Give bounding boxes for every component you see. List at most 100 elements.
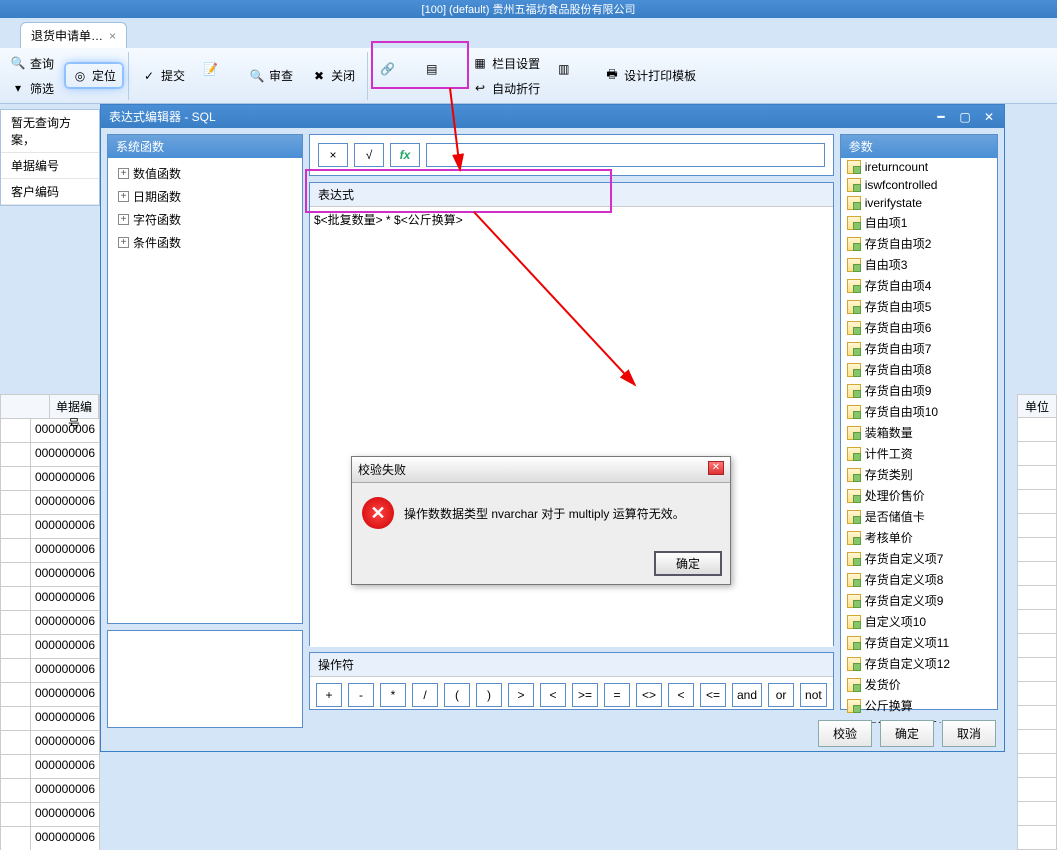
table-row[interactable]: 000000006 bbox=[0, 466, 100, 490]
table-row[interactable]: 000000006 bbox=[0, 706, 100, 730]
table-row[interactable]: 000000006 bbox=[0, 514, 100, 538]
parameter-item[interactable]: 存货自由项4 bbox=[841, 275, 997, 296]
operator-button[interactable]: * bbox=[380, 683, 406, 707]
fx-clear-button[interactable]: × bbox=[318, 143, 348, 167]
parameter-item[interactable]: ireturncount bbox=[841, 158, 997, 176]
table-row[interactable]: 000000006 bbox=[0, 418, 100, 442]
table-row[interactable] bbox=[1017, 442, 1057, 466]
operator-button[interactable]: < bbox=[540, 683, 566, 707]
parameter-item[interactable]: 存货自由项7 bbox=[841, 338, 997, 359]
edit-large-button[interactable]: 📝 bbox=[197, 59, 237, 93]
operator-button[interactable]: or bbox=[768, 683, 794, 707]
parameter-item[interactable]: 存货自定义项9 bbox=[841, 590, 997, 611]
table-row[interactable]: 000000006 bbox=[0, 754, 100, 778]
table-row[interactable]: 000000006 bbox=[0, 826, 100, 850]
field-bill-no[interactable]: 单据编号 bbox=[1, 153, 99, 179]
parameter-item[interactable]: 存货自由项2 bbox=[841, 233, 997, 254]
barcode-button[interactable]: ▤ bbox=[420, 59, 460, 93]
table-row[interactable]: 000000006 bbox=[0, 730, 100, 754]
table-row[interactable]: 000000006 bbox=[0, 562, 100, 586]
table-row[interactable]: 000000006 bbox=[0, 586, 100, 610]
table-row[interactable] bbox=[1017, 418, 1057, 442]
submit-button[interactable]: ✓提交 bbox=[135, 64, 191, 87]
parameter-item[interactable]: 处理价售价 bbox=[841, 485, 997, 506]
operator-button[interactable]: and bbox=[732, 683, 762, 707]
table-row[interactable] bbox=[1017, 610, 1057, 634]
operator-button[interactable]: ) bbox=[476, 683, 502, 707]
operator-button[interactable]: < bbox=[668, 683, 694, 707]
operator-button[interactable]: <= bbox=[700, 683, 726, 707]
table-row[interactable]: 000000006 bbox=[0, 682, 100, 706]
parameter-item[interactable]: 考核单价 bbox=[841, 527, 997, 548]
parameter-item[interactable]: 公斤换算 bbox=[841, 695, 997, 716]
parameter-item[interactable]: 自由项3 bbox=[841, 254, 997, 275]
table-row[interactable]: 000000006 bbox=[0, 610, 100, 634]
print-template-button[interactable]: 🖶设计打印模板 bbox=[598, 64, 702, 87]
expand-icon[interactable]: + bbox=[118, 191, 129, 202]
parameter-item[interactable]: iswfcontrolled bbox=[841, 176, 997, 194]
table-row[interactable] bbox=[1017, 634, 1057, 658]
error-close-icon[interactable]: ✕ bbox=[708, 461, 724, 475]
table-row[interactable]: 000000006 bbox=[0, 658, 100, 682]
parameter-item[interactable]: iverifystate bbox=[841, 194, 997, 212]
table-row[interactable]: 000000006 bbox=[0, 490, 100, 514]
expand-icon[interactable]: + bbox=[118, 214, 129, 225]
field-customer-code[interactable]: 客户编码 bbox=[1, 179, 99, 205]
table-row[interactable]: 000000006 bbox=[0, 802, 100, 826]
function-category[interactable]: + 字符函数 bbox=[112, 208, 298, 231]
operator-button[interactable]: not bbox=[800, 683, 827, 707]
expand-icon[interactable]: + bbox=[118, 237, 129, 248]
close-icon[interactable]: × bbox=[109, 29, 116, 43]
parameter-item[interactable]: 存货自定义项8 bbox=[841, 569, 997, 590]
parameter-item[interactable]: 自由项1 bbox=[841, 212, 997, 233]
table-row[interactable]: 000000006 bbox=[0, 538, 100, 562]
table-row[interactable] bbox=[1017, 586, 1057, 610]
table-row[interactable] bbox=[1017, 802, 1057, 826]
minimize-icon[interactable]: ━ bbox=[934, 110, 948, 124]
table-row[interactable] bbox=[1017, 538, 1057, 562]
close-button[interactable]: ✖关闭 bbox=[305, 64, 361, 87]
operator-button[interactable]: = bbox=[604, 683, 630, 707]
parameter-item[interactable]: 存货自由项8 bbox=[841, 359, 997, 380]
parameter-item[interactable]: 存货自由项9 bbox=[841, 380, 997, 401]
function-category[interactable]: + 条件函数 bbox=[112, 231, 298, 254]
parameter-item[interactable]: 是否储值卡 bbox=[841, 506, 997, 527]
function-category[interactable]: + 数值函数 bbox=[112, 162, 298, 185]
ok-button[interactable]: 确定 bbox=[880, 720, 934, 747]
column-settings-button[interactable]: ▦栏目设置 bbox=[466, 52, 546, 75]
table-row[interactable] bbox=[1017, 514, 1057, 538]
operator-button[interactable]: >= bbox=[572, 683, 598, 707]
tab-return-request[interactable]: 退货申请单… × bbox=[20, 22, 127, 48]
parameter-item[interactable]: 存货自定义项12 bbox=[841, 653, 997, 674]
parameter-item[interactable]: 存货类别 bbox=[841, 464, 997, 485]
parameter-item[interactable]: 存货自定义项7 bbox=[841, 548, 997, 569]
parameter-item[interactable]: 存货自定义项11 bbox=[841, 632, 997, 653]
operator-button[interactable]: <> bbox=[636, 683, 662, 707]
function-category[interactable]: + 日期函数 bbox=[112, 185, 298, 208]
parameter-item[interactable]: 存货自由项6 bbox=[841, 317, 997, 338]
parameter-item[interactable]: 计件工资 bbox=[841, 443, 997, 464]
table-row[interactable] bbox=[1017, 778, 1057, 802]
audit-button[interactable]: 🔍审查 bbox=[243, 64, 299, 87]
table-row[interactable] bbox=[1017, 682, 1057, 706]
table-row[interactable]: 000000006 bbox=[0, 634, 100, 658]
operator-button[interactable]: > bbox=[508, 683, 534, 707]
table-row[interactable]: 000000006 bbox=[0, 442, 100, 466]
fx-input[interactable] bbox=[426, 143, 825, 167]
close-window-icon[interactable]: ✕ bbox=[982, 110, 996, 124]
validate-button[interactable]: 校验 bbox=[818, 720, 872, 747]
fx-validate-button[interactable]: √ bbox=[354, 143, 384, 167]
barcode2-button[interactable]: ▥ bbox=[552, 59, 592, 93]
table-row[interactable] bbox=[1017, 466, 1057, 490]
table-row[interactable] bbox=[1017, 826, 1057, 850]
table-row[interactable] bbox=[1017, 706, 1057, 730]
autowrap-button[interactable]: ↩自动折行 bbox=[466, 77, 546, 100]
parameter-item[interactable]: 存货自由项5 bbox=[841, 296, 997, 317]
error-titlebar[interactable]: 校验失败 ✕ bbox=[352, 457, 730, 483]
editor-titlebar[interactable]: 表达式编辑器 - SQL ━ ▢ ✕ bbox=[101, 105, 1004, 128]
table-row[interactable] bbox=[1017, 490, 1057, 514]
operator-button[interactable]: / bbox=[412, 683, 438, 707]
operator-button[interactable]: - bbox=[348, 683, 374, 707]
table-row[interactable] bbox=[1017, 730, 1057, 754]
query-button[interactable]: 🔍查询 bbox=[4, 52, 60, 75]
